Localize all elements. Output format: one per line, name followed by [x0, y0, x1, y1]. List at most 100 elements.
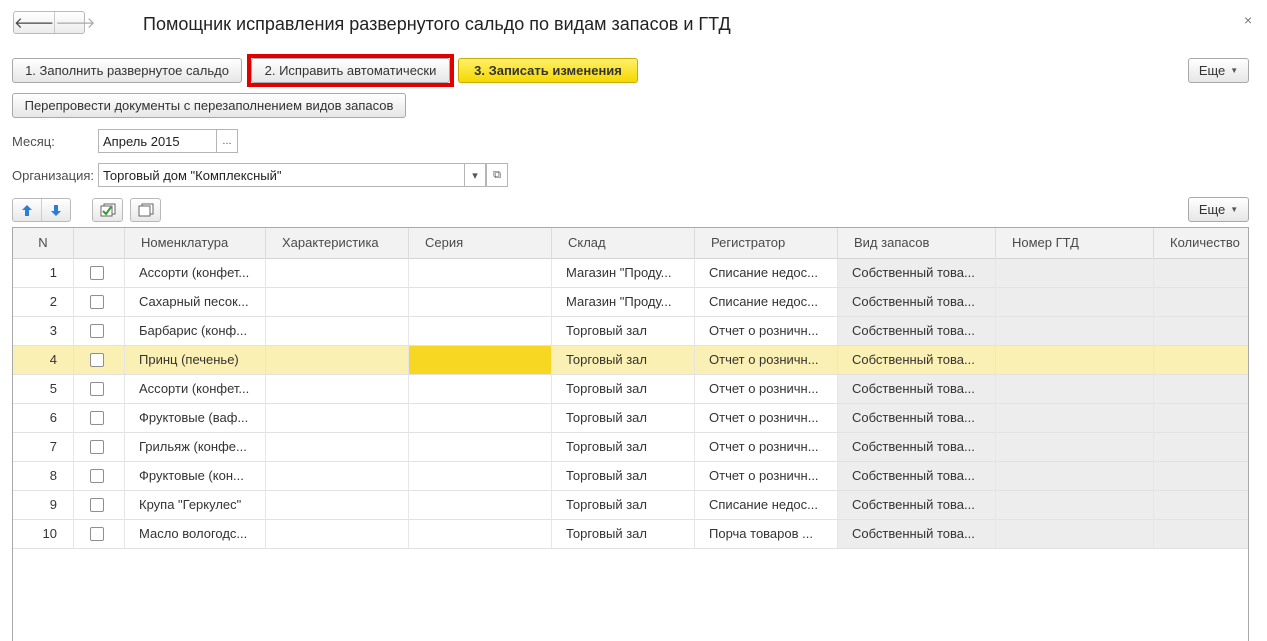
- cell-check[interactable]: [74, 491, 125, 519]
- column-header-series[interactable]: Серия: [409, 228, 552, 259]
- cell-warehouse[interactable]: Торговый зал: [552, 375, 695, 403]
- cell-check[interactable]: [74, 462, 125, 490]
- cell-quantity[interactable]: [1154, 259, 1248, 287]
- cell-series[interactable]: [409, 288, 552, 316]
- cell-gtd[interactable]: [996, 520, 1154, 548]
- cell-warehouse[interactable]: Магазин "Проду...: [552, 288, 695, 316]
- cell-gtd[interactable]: [996, 346, 1154, 374]
- cell-gtd[interactable]: [996, 404, 1154, 432]
- cell-n[interactable]: 9: [13, 491, 74, 519]
- cell-item[interactable]: Грильяж (конфе...: [125, 433, 266, 461]
- cell-check[interactable]: [74, 259, 125, 287]
- cell-item[interactable]: Сахарный песок...: [125, 288, 266, 316]
- cell-n[interactable]: 6: [13, 404, 74, 432]
- cell-n[interactable]: 5: [13, 375, 74, 403]
- table-row[interactable]: 9 Крупа "Геркулес" Торговый зал Списание не…: [13, 491, 1248, 520]
- cell-gtd[interactable]: [996, 491, 1154, 519]
- month-select-button[interactable]: ...: [216, 129, 238, 153]
- column-header-registrar[interactable]: Регистратор: [695, 228, 838, 259]
- organization-open-icon[interactable]: ⧉: [486, 163, 508, 187]
- cell-gtd[interactable]: [996, 462, 1154, 490]
- cell-warehouse[interactable]: Торговый зал: [552, 462, 695, 490]
- cell-characteristic[interactable]: [266, 288, 409, 316]
- cell-stock-type[interactable]: Собственный това...: [838, 375, 996, 403]
- cell-stock-type[interactable]: Собственный това...: [838, 404, 996, 432]
- cell-stock-type[interactable]: Собственный това...: [838, 433, 996, 461]
- cell-quantity[interactable]: [1154, 346, 1248, 374]
- cell-stock-type[interactable]: Собственный това...: [838, 520, 996, 548]
- cell-stock-type[interactable]: Собственный това...: [838, 259, 996, 287]
- cell-item[interactable]: Ассорти (конфет...: [125, 259, 266, 287]
- cell-item[interactable]: Фруктовые (ваф...: [125, 404, 266, 432]
- cell-characteristic[interactable]: [266, 317, 409, 345]
- table-row[interactable]: 6 Фруктовые (ваф... Торговый зал Отчет о ро…: [13, 404, 1248, 433]
- cell-item[interactable]: Ассорти (конфет...: [125, 375, 266, 403]
- fill-balance-button[interactable]: 1. Заполнить развернутое сальдо: [12, 58, 242, 83]
- column-header-quantity[interactable]: Количество: [1154, 228, 1248, 259]
- write-changes-button[interactable]: 3. Записать изменения: [458, 58, 638, 83]
- cell-characteristic[interactable]: [266, 491, 409, 519]
- table-row[interactable]: 5 Ассорти (конфет... Торговый зал Отчет о р…: [13, 375, 1248, 404]
- cell-check[interactable]: [74, 346, 125, 374]
- row-checkbox[interactable]: [90, 469, 104, 483]
- cell-characteristic[interactable]: [266, 520, 409, 548]
- cell-warehouse[interactable]: Торговый зал: [552, 520, 695, 548]
- cell-n[interactable]: 10: [13, 520, 74, 548]
- cell-registrar[interactable]: Списание недос...: [695, 491, 838, 519]
- cell-n[interactable]: 8: [13, 462, 74, 490]
- cell-warehouse[interactable]: Торговый зал: [552, 317, 695, 345]
- cell-registrar[interactable]: Отчет о розничн...: [695, 433, 838, 461]
- cell-quantity[interactable]: [1154, 317, 1248, 345]
- cell-stock-type[interactable]: Собственный това...: [838, 462, 996, 490]
- cell-gtd[interactable]: [996, 317, 1154, 345]
- back-arrow-icon[interactable]: 🡐: [14, 12, 54, 33]
- cell-n[interactable]: 7: [13, 433, 74, 461]
- cell-check[interactable]: [74, 288, 125, 316]
- column-header-check[interactable]: [74, 228, 125, 259]
- table-row[interactable]: 3 Барбарис (конф... Торговый зал Отчет о ро…: [13, 317, 1248, 346]
- cell-check[interactable]: [74, 433, 125, 461]
- cell-series[interactable]: [409, 491, 552, 519]
- cell-quantity[interactable]: [1154, 288, 1248, 316]
- cell-gtd[interactable]: [996, 433, 1154, 461]
- row-checkbox[interactable]: [90, 440, 104, 454]
- cell-item[interactable]: Принц (печенье): [125, 346, 266, 374]
- row-checkbox[interactable]: [90, 266, 104, 280]
- table-more-button[interactable]: Еще ▼: [1188, 197, 1249, 222]
- row-checkbox[interactable]: [90, 498, 104, 512]
- cell-stock-type[interactable]: Собственный това...: [838, 346, 996, 374]
- cell-registrar[interactable]: Отчет о розничн...: [695, 462, 838, 490]
- cell-warehouse[interactable]: Торговый зал: [552, 491, 695, 519]
- organization-dropdown-icon[interactable]: ▾: [464, 163, 486, 187]
- more-button[interactable]: Еще ▼: [1188, 58, 1249, 83]
- uncheck-all-button[interactable]: [130, 198, 161, 222]
- row-checkbox[interactable]: [90, 527, 104, 541]
- table-row[interactable]: 4 Принц (печенье) Торговый зал Отчет о розн…: [13, 346, 1248, 375]
- cell-registrar[interactable]: Отчет о розничн...: [695, 346, 838, 374]
- cell-gtd[interactable]: [996, 375, 1154, 403]
- table-row[interactable]: 2 Сахарный песок... Магазин "Проду... Списа…: [13, 288, 1248, 317]
- cell-n[interactable]: 3: [13, 317, 74, 345]
- cell-item[interactable]: Крупа "Геркулес": [125, 491, 266, 519]
- table-row[interactable]: 1 Ассорти (конфет... Магазин "Проду... Спис…: [13, 259, 1248, 288]
- balance-table[interactable]: N Номенклатура Характеристика Серия Скла…: [12, 227, 1249, 641]
- move-up-icon[interactable]: [13, 199, 41, 221]
- cell-quantity[interactable]: [1154, 462, 1248, 490]
- cell-quantity[interactable]: [1154, 404, 1248, 432]
- cell-quantity[interactable]: [1154, 375, 1248, 403]
- column-header-gtd[interactable]: Номер ГТД: [996, 228, 1154, 259]
- cell-registrar[interactable]: Отчет о розничн...: [695, 317, 838, 345]
- cell-warehouse[interactable]: Торговый зал: [552, 404, 695, 432]
- cell-stock-type[interactable]: Собственный това...: [838, 317, 996, 345]
- cell-registrar[interactable]: Списание недос...: [695, 288, 838, 316]
- cell-registrar[interactable]: Отчет о розничн...: [695, 404, 838, 432]
- cell-characteristic[interactable]: [266, 346, 409, 374]
- cell-quantity[interactable]: [1154, 520, 1248, 548]
- cell-n[interactable]: 1: [13, 259, 74, 287]
- cell-characteristic[interactable]: [266, 404, 409, 432]
- column-header-warehouse[interactable]: Склад: [552, 228, 695, 259]
- cell-check[interactable]: [74, 375, 125, 403]
- check-all-button[interactable]: [92, 198, 123, 222]
- cell-quantity[interactable]: [1154, 491, 1248, 519]
- cell-item[interactable]: Масло вологодс...: [125, 520, 266, 548]
